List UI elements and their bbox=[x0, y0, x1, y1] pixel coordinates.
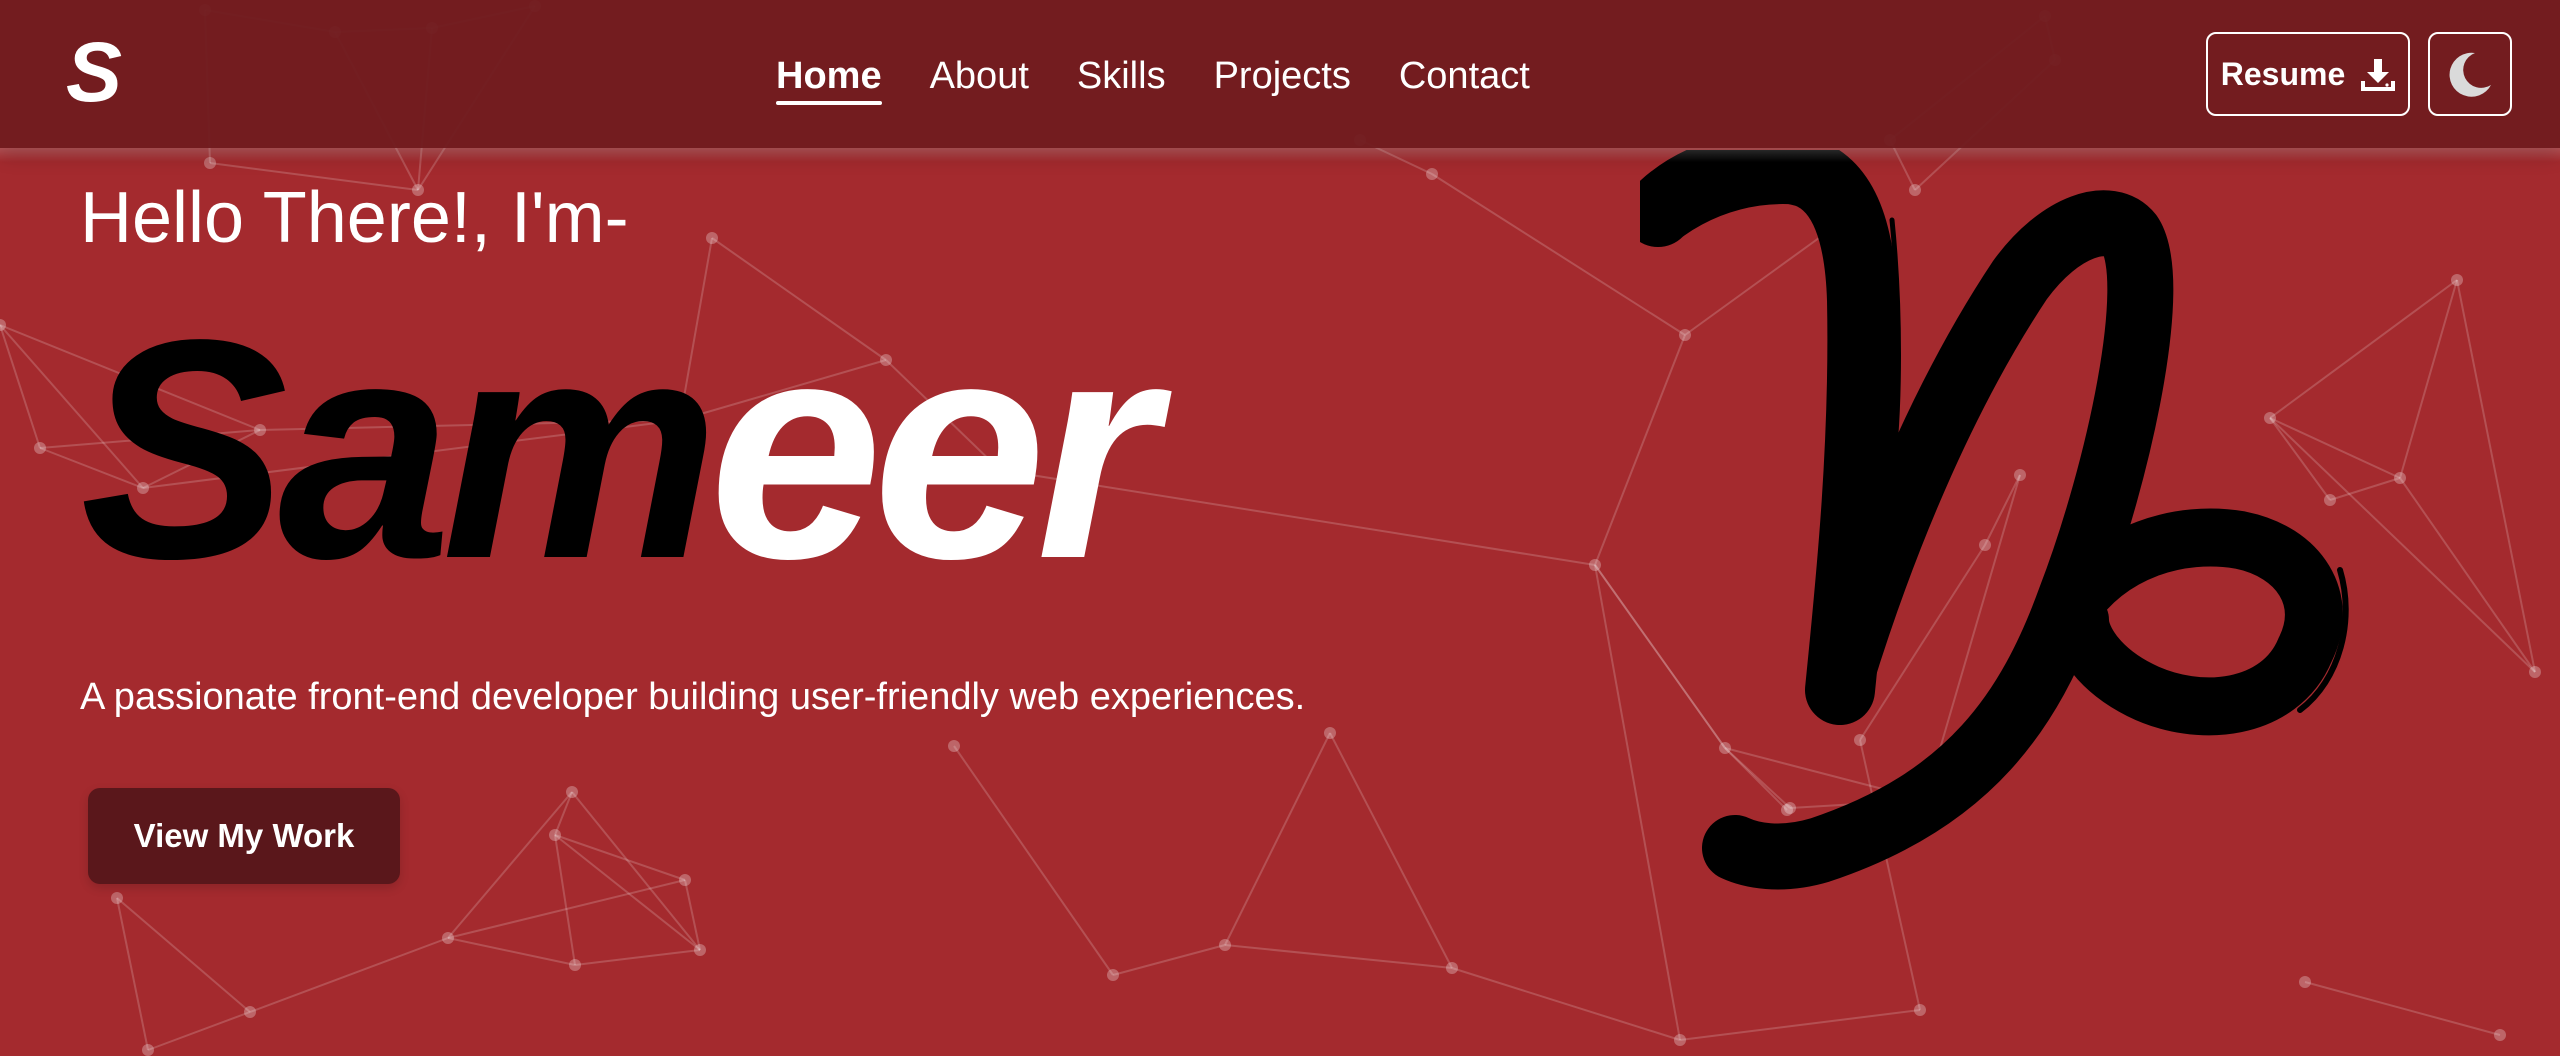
nav-link-skills[interactable]: Skills bbox=[1077, 49, 1166, 103]
greeting-text: Hello There!, I'm- bbox=[80, 178, 629, 258]
download-icon bbox=[2361, 59, 2396, 91]
hero-name: Sameer bbox=[80, 280, 1158, 620]
hero-name-dark: Sam bbox=[80, 276, 719, 624]
capricorn-symbol-icon bbox=[1640, 150, 2349, 890]
nav-link-projects[interactable]: Projects bbox=[1214, 49, 1351, 103]
theme-toggle-button[interactable] bbox=[2428, 32, 2512, 116]
nav-links: Home About Skills Projects Contact bbox=[776, 48, 1530, 105]
resume-label: Resume bbox=[2220, 55, 2346, 92]
nav-link-about[interactable]: About bbox=[930, 49, 1029, 103]
navbar: S Home About Skills Projects Contact Res… bbox=[0, 0, 2560, 162]
resume-button[interactable]: Resume bbox=[2206, 32, 2410, 116]
view-my-work-button[interactable]: View My Work bbox=[88, 788, 400, 884]
page: S Home About Skills Projects Contact Res… bbox=[0, 0, 2560, 1056]
moon-icon bbox=[2449, 52, 2491, 97]
logo[interactable]: S bbox=[66, 30, 122, 114]
nav-link-contact[interactable]: Contact bbox=[1399, 49, 1530, 103]
hero-name-light: eer bbox=[709, 276, 1157, 624]
nav-link-home[interactable]: Home bbox=[776, 49, 882, 105]
tagline: A passionate front-end developer buildin… bbox=[80, 676, 1306, 718]
